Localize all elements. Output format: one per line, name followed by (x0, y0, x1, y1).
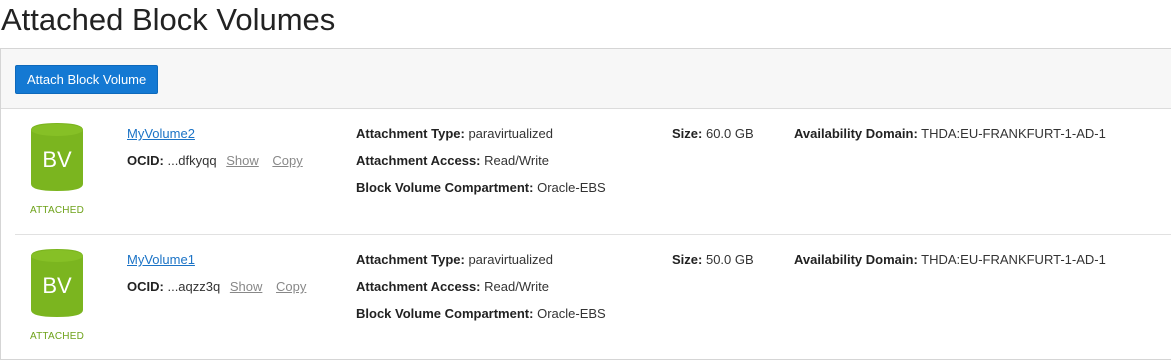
availability-domain-field: Availability Domain: THDA:EU-FRANKFURT-1… (794, 126, 1106, 141)
availability-domain-label: Availability Domain: (794, 252, 918, 267)
bv-icon-text: BV (42, 147, 72, 172)
ocid-value: ...dfkyqq (167, 153, 217, 168)
ocid-show-link[interactable]: Show (226, 153, 259, 168)
size-label: Size: (672, 252, 703, 267)
availability-domain-value: THDA:EU-FRANKFURT-1-AD-1 (921, 126, 1106, 141)
ocid-copy-link[interactable]: Copy (276, 279, 306, 294)
attachment-type-field: Attachment Type: paravirtualized (356, 252, 553, 267)
ocid-copy-link[interactable]: Copy (272, 153, 302, 168)
ocid-label: OCID: (127, 153, 164, 168)
attachment-type-value: paravirtualized (468, 252, 553, 267)
volume-row: BV ATTACHED MyVolume2 OCID: ...dfkyqq Sh… (15, 110, 1171, 235)
volume-name-link[interactable]: MyVolume1 (127, 252, 195, 267)
toolbar: Attach Block Volume (1, 49, 1171, 109)
attachment-access-field: Attachment Access: Read/Write (356, 153, 549, 168)
compartment-field: Block Volume Compartment: Oracle-EBS (356, 306, 606, 321)
block-volume-icon: BV (31, 249, 83, 317)
volume-row: BV ATTACHED MyVolume1 OCID: ...aqzz3q Sh… (15, 236, 1171, 361)
attached-volumes-panel: Attach Block Volume BV ATTACHED MyVolume… (0, 48, 1171, 360)
availability-domain-value: THDA:EU-FRANKFURT-1-AD-1 (921, 252, 1106, 267)
attachment-access-value: Read/Write (484, 279, 549, 294)
ocid-field: OCID: ...dfkyqq Show Copy (127, 153, 303, 168)
block-volume-icon: BV (31, 123, 83, 191)
ocid-show-link[interactable]: Show (230, 279, 263, 294)
attachment-type-label: Attachment Type: (356, 252, 465, 267)
compartment-field: Block Volume Compartment: Oracle-EBS (356, 180, 606, 195)
volume-name-link[interactable]: MyVolume2 (127, 126, 195, 141)
status-badge: ATTACHED (29, 331, 84, 342)
size-field: Size: 60.0 GB (672, 126, 754, 141)
compartment-value: Oracle-EBS (537, 180, 606, 195)
attach-block-volume-button[interactable]: Attach Block Volume (15, 65, 159, 94)
size-value: 60.0 GB (705, 126, 754, 141)
ocid-label: OCID: (127, 279, 164, 294)
attachment-access-value: Read/Write (484, 153, 549, 168)
attachment-access-label: Attachment Access: (356, 279, 481, 294)
page-title: Attached Block Volumes (1, 2, 336, 37)
ocid-field: OCID: ...aqzz3q Show Copy (127, 279, 306, 294)
bv-icon-text: BV (42, 273, 72, 298)
compartment-value: Oracle-EBS (537, 306, 606, 321)
attachment-type-label: Attachment Type: (356, 126, 465, 141)
availability-domain-label: Availability Domain: (794, 126, 918, 141)
availability-domain-field: Availability Domain: THDA:EU-FRANKFURT-1… (794, 252, 1106, 267)
size-value: 50.0 GB (705, 252, 754, 267)
compartment-label: Block Volume Compartment: (356, 306, 534, 321)
attachment-access-label: Attachment Access: (356, 153, 481, 168)
size-label: Size: (672, 126, 703, 141)
attachment-type-value: paravirtualized (468, 126, 553, 141)
status-badge: ATTACHED (29, 205, 84, 216)
attachment-access-field: Attachment Access: Read/Write (356, 279, 549, 294)
compartment-label: Block Volume Compartment: (356, 180, 534, 195)
ocid-value: ...aqzz3q (167, 279, 221, 294)
size-field: Size: 50.0 GB (672, 252, 754, 267)
attachment-type-field: Attachment Type: paravirtualized (356, 126, 553, 141)
